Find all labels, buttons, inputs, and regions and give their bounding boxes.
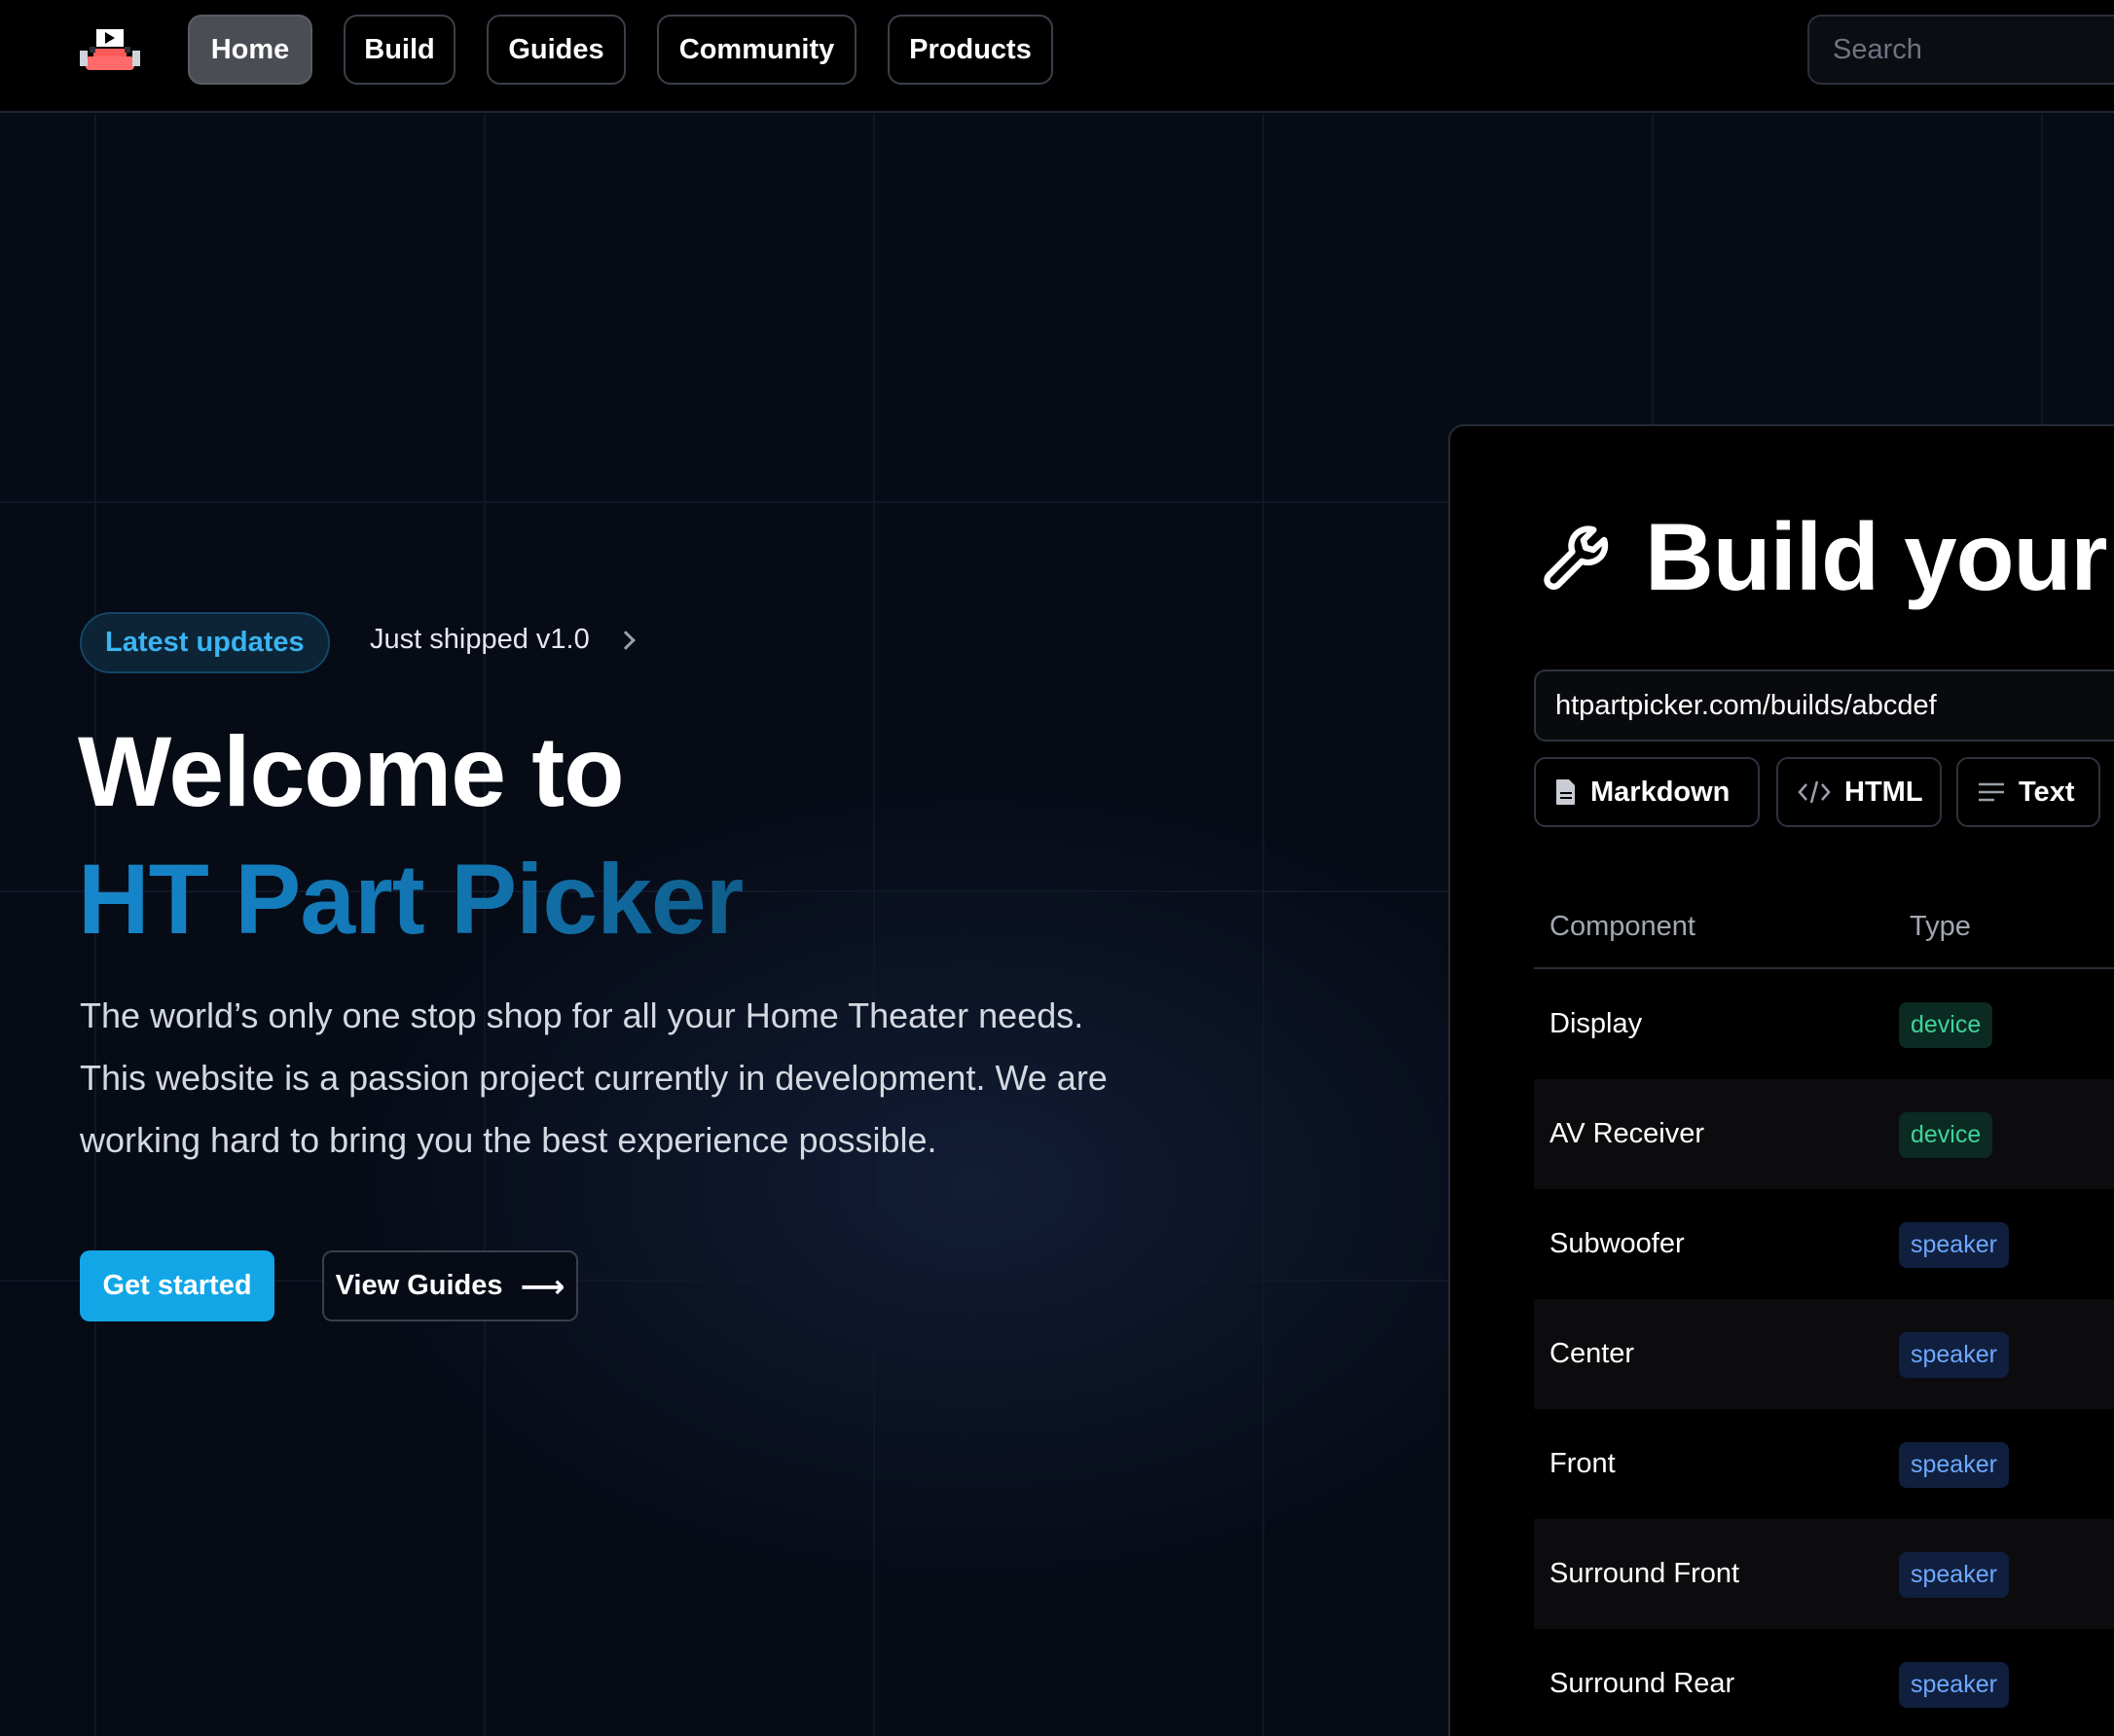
just-shipped-link[interactable]: Just shipped v1.0 [370, 624, 636, 656]
component-name: AV Receiver [1549, 1118, 1705, 1149]
hero-description: The world’s only one stop shop for all y… [80, 985, 1228, 1172]
panel-title: Build your [1538, 502, 2108, 612]
component-name: Front [1549, 1448, 1616, 1479]
nav-community[interactable]: Community [657, 15, 857, 85]
latest-updates-badge[interactable]: Latest updates [80, 612, 330, 673]
hero-description-line: This website is a passion project curren… [80, 1058, 1108, 1098]
view-guides-label: View Guides [335, 1270, 503, 1301]
table-row[interactable]: Surround Front speaker [1534, 1519, 2114, 1629]
markdown-label: Markdown [1590, 776, 1731, 808]
nav-products[interactable]: Products [888, 15, 1053, 85]
type-tag: device [1899, 1112, 1993, 1158]
type-tag: speaker [1899, 1552, 2009, 1598]
html-label: HTML [1844, 776, 1923, 808]
component-name: Subwoofer [1549, 1228, 1685, 1259]
just-shipped-label: Just shipped v1.0 [370, 624, 590, 655]
type-tag: speaker [1899, 1442, 2009, 1488]
text-label: Text [2019, 776, 2075, 808]
table-row[interactable]: Display device [1534, 969, 2114, 1079]
hero-title-line2: HT Part Picker [78, 844, 744, 955]
hero-title-line1: Welcome to [78, 716, 625, 827]
build-url-field[interactable]: htpartpicker.com/builds/abcdef [1534, 669, 2114, 741]
get-started-button[interactable]: Get started [80, 1250, 274, 1321]
type-tag: speaker [1899, 1222, 2009, 1268]
text-button[interactable]: Text [1956, 757, 2100, 827]
build-panel: Build your htpartpicker.com/builds/abcde… [1448, 424, 2114, 1736]
type-tag: speaker [1899, 1332, 2009, 1378]
type-tag: speaker [1899, 1662, 2009, 1708]
nav-guides[interactable]: Guides [487, 15, 626, 85]
wrench-icon [1544, 524, 1609, 590]
nav-build[interactable]: Build [344, 15, 456, 85]
table-row[interactable]: AV Receiver device [1534, 1079, 2114, 1189]
type-tag: device [1899, 1002, 1993, 1048]
text-lines-icon [1979, 782, 2004, 802]
chevron-right-icon [615, 630, 636, 650]
component-name: Surround Front [1549, 1558, 1740, 1589]
hero-description-line: working hard to bring you the best exper… [80, 1120, 937, 1160]
table-row[interactable]: Subwoofer speaker [1534, 1189, 2114, 1299]
hero-description-line: The world’s only one stop shop for all y… [80, 995, 1084, 1035]
top-nav: Home Build Guides Community Products Sea… [0, 0, 2114, 113]
arrow-right-icon: ⟶ [520, 1268, 565, 1304]
document-icon [1556, 779, 1575, 805]
table-row[interactable]: Front speaker [1534, 1409, 2114, 1519]
column-header-component[interactable]: Component [1549, 911, 1695, 943]
markdown-button[interactable]: Markdown [1534, 757, 1760, 827]
nav-home[interactable]: Home [188, 15, 312, 85]
table-row[interactable]: Surround Rear speaker [1534, 1629, 2114, 1736]
theater-logo-icon[interactable] [78, 25, 142, 78]
component-name: Surround Rear [1549, 1668, 1735, 1699]
search-input[interactable]: Search [1807, 15, 2114, 85]
column-header-type[interactable]: Type [1910, 911, 1971, 943]
table-row[interactable]: Center speaker [1534, 1299, 2114, 1409]
component-name: Center [1549, 1338, 1635, 1369]
view-guides-button[interactable]: View Guides ⟶ [322, 1250, 578, 1321]
html-button[interactable]: HTML [1776, 757, 1942, 827]
panel-title-text: Build your [1645, 503, 2108, 610]
component-name: Display [1549, 1008, 1643, 1039]
code-icon [1798, 780, 1831, 804]
